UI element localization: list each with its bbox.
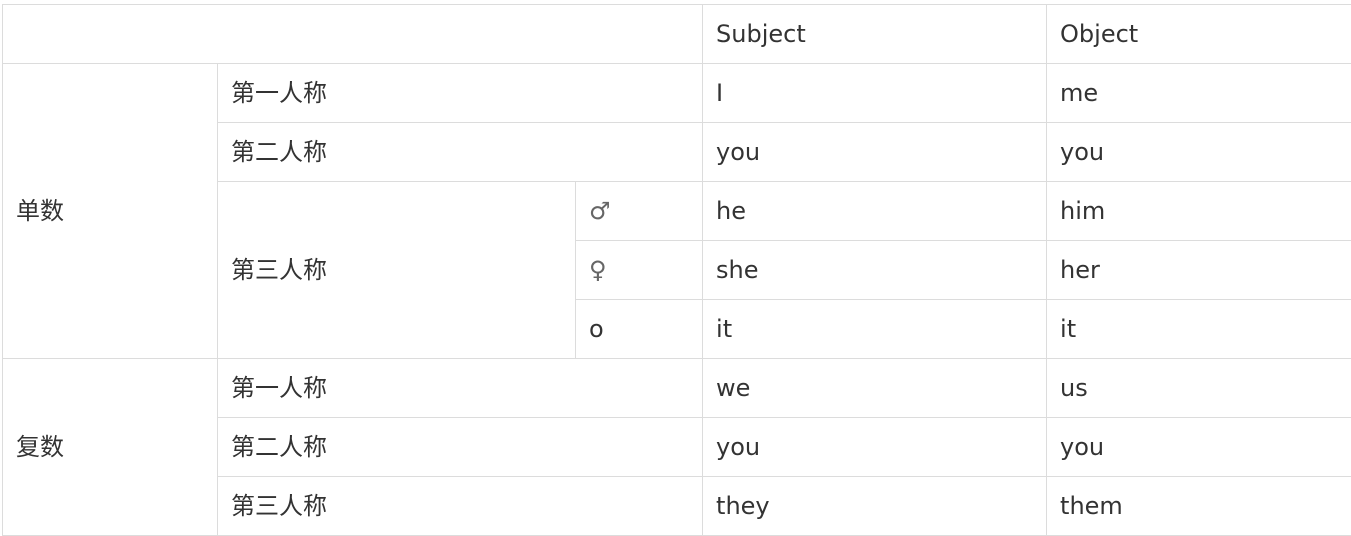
singular-label: 单数	[2, 63, 218, 359]
object-pronoun: him	[1046, 181, 1351, 241]
person-label: 第一人称	[216, 358, 704, 418]
subject-pronoun: it	[702, 299, 1048, 359]
subject-pronoun: he	[702, 181, 1048, 241]
table-row: 单数 第一人称 I me	[2, 63, 1351, 359]
neuter-marker: o	[574, 299, 704, 359]
person-label: 第三人称	[217, 181, 576, 359]
subject-pronoun: she	[702, 240, 1048, 300]
subject-pronoun: you	[702, 122, 1048, 182]
subject-pronoun: you	[702, 417, 1048, 477]
person-label: 第二人称	[216, 417, 704, 477]
person-label: 第三人称	[216, 476, 704, 536]
header-row: Subject Object	[1, 4, 1351, 64]
header-corner-cell	[1, 4, 704, 64]
header-object: Object	[1046, 4, 1351, 64]
object-pronoun: you	[1046, 417, 1351, 477]
object-pronoun: her	[1046, 240, 1351, 300]
object-pronoun: them	[1046, 476, 1351, 536]
table-row: 复数 第一人称 we us	[2, 358, 1351, 536]
subject-pronoun: we	[702, 358, 1048, 418]
person-label: 第一人称	[216, 63, 704, 123]
person-label: 第二人称	[216, 122, 704, 182]
object-pronoun: you	[1046, 122, 1351, 182]
female-icon: ♀	[574, 240, 704, 300]
male-icon: ♂	[574, 181, 704, 241]
object-pronoun: it	[1046, 299, 1351, 359]
subject-pronoun: they	[702, 476, 1048, 536]
pronoun-table: Subject Object 单数 第一人称 I me 第二人称 you you…	[1, 4, 1351, 536]
header-subject: Subject	[702, 4, 1048, 64]
object-pronoun: me	[1046, 63, 1351, 123]
object-pronoun: us	[1046, 358, 1351, 418]
plural-label: 复数	[2, 358, 218, 536]
subject-pronoun: I	[702, 63, 1048, 123]
